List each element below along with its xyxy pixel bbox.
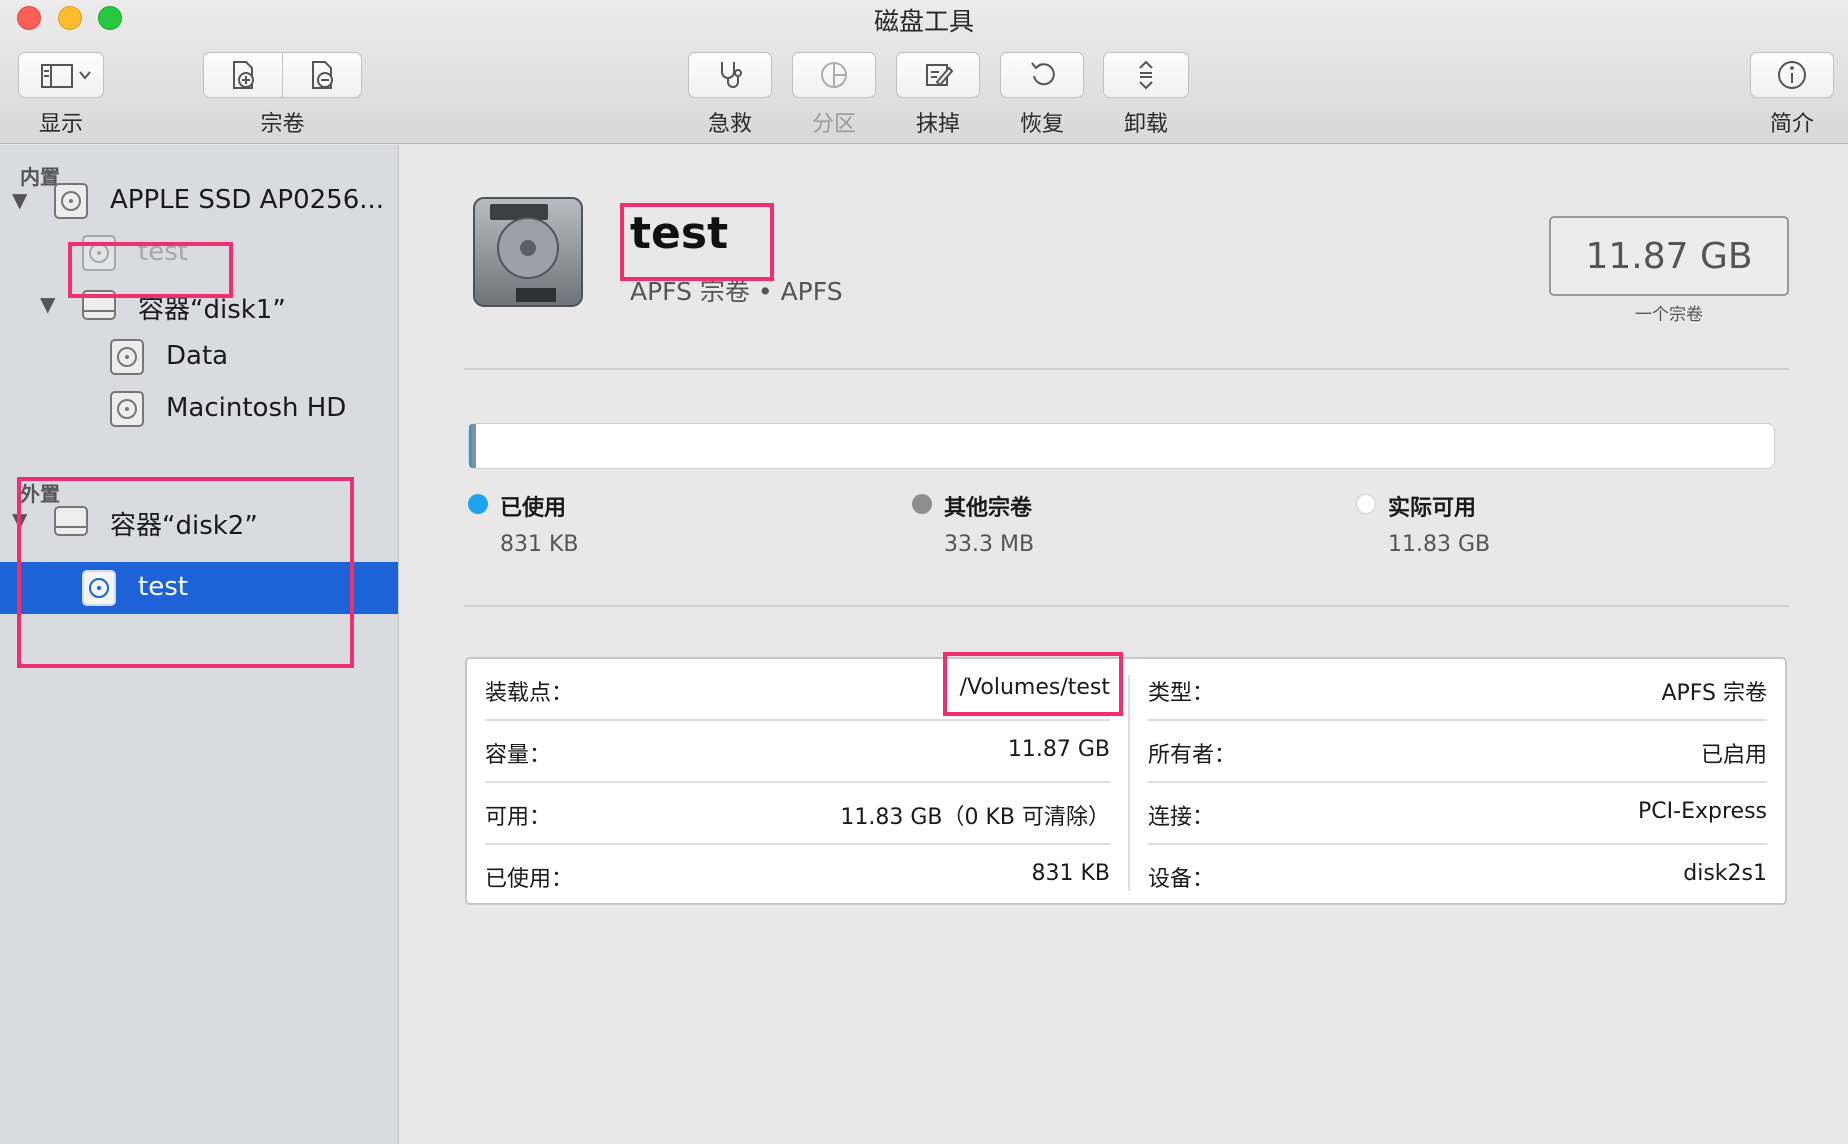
info-key: 已使用： xyxy=(485,867,574,892)
sidebar-item-macintosh-hd[interactable]: Macintosh HD xyxy=(0,383,398,435)
info-icon xyxy=(1778,61,1806,89)
first-aid-label: 急救 xyxy=(707,112,752,137)
legend-value: 33.3 MB xyxy=(944,532,1035,557)
internal-disk-icon xyxy=(54,183,88,219)
info-column-right: 类型： APFS 宗卷 所有者： 已启用 连接： PCI-Express 设备：… xyxy=(1130,659,1785,903)
capacity-caption: 一个宗卷 xyxy=(1635,305,1703,325)
divider xyxy=(464,605,1789,607)
window-title: 磁盘工具 xyxy=(873,7,974,36)
info-row-owners: 所有者： 已启用 xyxy=(1130,721,1785,783)
erase-button[interactable] xyxy=(896,52,980,98)
info-row-used: 已使用： 831 KB xyxy=(467,845,1128,907)
legend-value: 831 KB xyxy=(500,532,579,557)
highlight-box xyxy=(68,242,233,298)
toolbar: 磁盘工具 显示 宗卷 急救 分区 抹掉 恢复 卸载 简介 xyxy=(0,0,1848,144)
capacity-box: 11.87 GB xyxy=(1549,216,1789,296)
info-value: 11.87 GB xyxy=(1007,737,1110,762)
partition-button[interactable] xyxy=(792,52,876,98)
info-row-capacity: 容量： 11.87 GB xyxy=(467,721,1128,783)
info-button[interactable] xyxy=(1750,52,1834,98)
used-swatch xyxy=(468,494,488,514)
highlight-box xyxy=(943,652,1123,716)
unmount-icon xyxy=(1139,60,1153,90)
disclosure-triangle-icon[interactable]: ▼ xyxy=(40,292,55,316)
info-key: 连接： xyxy=(1148,805,1215,830)
highlight-box xyxy=(620,203,774,281)
info-key: 设备： xyxy=(1148,867,1215,892)
sidebar-item-apple-ssd[interactable]: ▼ APPLE SSD AP0256... xyxy=(0,175,398,227)
usage-other-fill xyxy=(472,424,476,468)
info-row-available: 可用： 11.83 GB（0 KB 可清除） xyxy=(467,783,1128,845)
unmount-label: 卸载 xyxy=(1123,112,1168,137)
view-button[interactable] xyxy=(18,52,104,98)
legend-label: 实际可用 xyxy=(1388,496,1477,521)
info-row-connection: 连接： PCI-Express xyxy=(1130,783,1785,845)
view-label: 显示 xyxy=(38,112,83,137)
info-key: 可用： xyxy=(485,805,552,830)
free-swatch xyxy=(1356,494,1376,514)
info-value: disk2s1 xyxy=(1683,861,1767,886)
info-key: 类型： xyxy=(1148,681,1215,706)
usage-bar xyxy=(468,423,1775,469)
info-key: 装载点： xyxy=(485,681,574,706)
sidebar-item-data[interactable]: Data xyxy=(0,331,398,383)
info-label: 简介 xyxy=(1769,112,1814,137)
legend-value: 11.83 GB xyxy=(1388,532,1491,557)
info-value: 已启用 xyxy=(1700,743,1767,768)
info-key: 所有者： xyxy=(1148,743,1237,768)
remove-volume-button[interactable] xyxy=(283,53,362,97)
volume-icon xyxy=(110,339,144,375)
sidebar-item-label: APPLE SSD AP0256... xyxy=(110,185,385,215)
volume-icon xyxy=(110,391,144,427)
volume-label: 宗卷 xyxy=(260,112,305,137)
disclosure-triangle-icon[interactable]: ▼ xyxy=(12,188,27,212)
legend-label: 已使用 xyxy=(500,496,567,521)
info-value: 11.83 GB（0 KB 可清除） xyxy=(840,805,1110,830)
volume-segmented-control xyxy=(203,52,362,98)
restore-label: 恢复 xyxy=(1019,112,1064,137)
partition-icon xyxy=(821,62,847,88)
info-value: APFS 宗卷 xyxy=(1661,681,1767,706)
highlight-box xyxy=(17,477,354,668)
erase-label: 抹掉 xyxy=(915,112,960,137)
sidebar-view-icon xyxy=(41,64,91,88)
restore-icon xyxy=(1031,62,1055,86)
info-value: PCI-Express xyxy=(1638,799,1767,824)
hard-drive-icon xyxy=(473,197,583,307)
sidebar-item-label: Data xyxy=(166,341,229,371)
add-volume-icon xyxy=(232,61,254,89)
divider xyxy=(464,368,1789,370)
info-key: 容量： xyxy=(485,743,552,768)
first-aid-button[interactable] xyxy=(688,52,772,98)
info-row-device: 设备： disk2s1 xyxy=(1130,845,1785,907)
add-volume-button[interactable] xyxy=(204,53,283,97)
restore-button[interactable] xyxy=(1000,52,1084,98)
unmount-button[interactable] xyxy=(1103,52,1189,98)
info-value: 831 KB xyxy=(1031,861,1110,886)
stethoscope-icon xyxy=(721,62,742,88)
info-table: 装载点： /Volumes/test 容量： 11.87 GB 可用： 11.8… xyxy=(465,657,1787,905)
partition-label: 分区 xyxy=(811,112,856,137)
sidebar-item-label: Macintosh HD xyxy=(166,393,347,423)
other-swatch xyxy=(912,494,932,514)
legend-label: 其他宗卷 xyxy=(944,496,1033,521)
remove-volume-icon xyxy=(311,61,333,89)
erase-icon xyxy=(926,64,954,87)
info-row-type: 类型： APFS 宗卷 xyxy=(1130,659,1785,721)
